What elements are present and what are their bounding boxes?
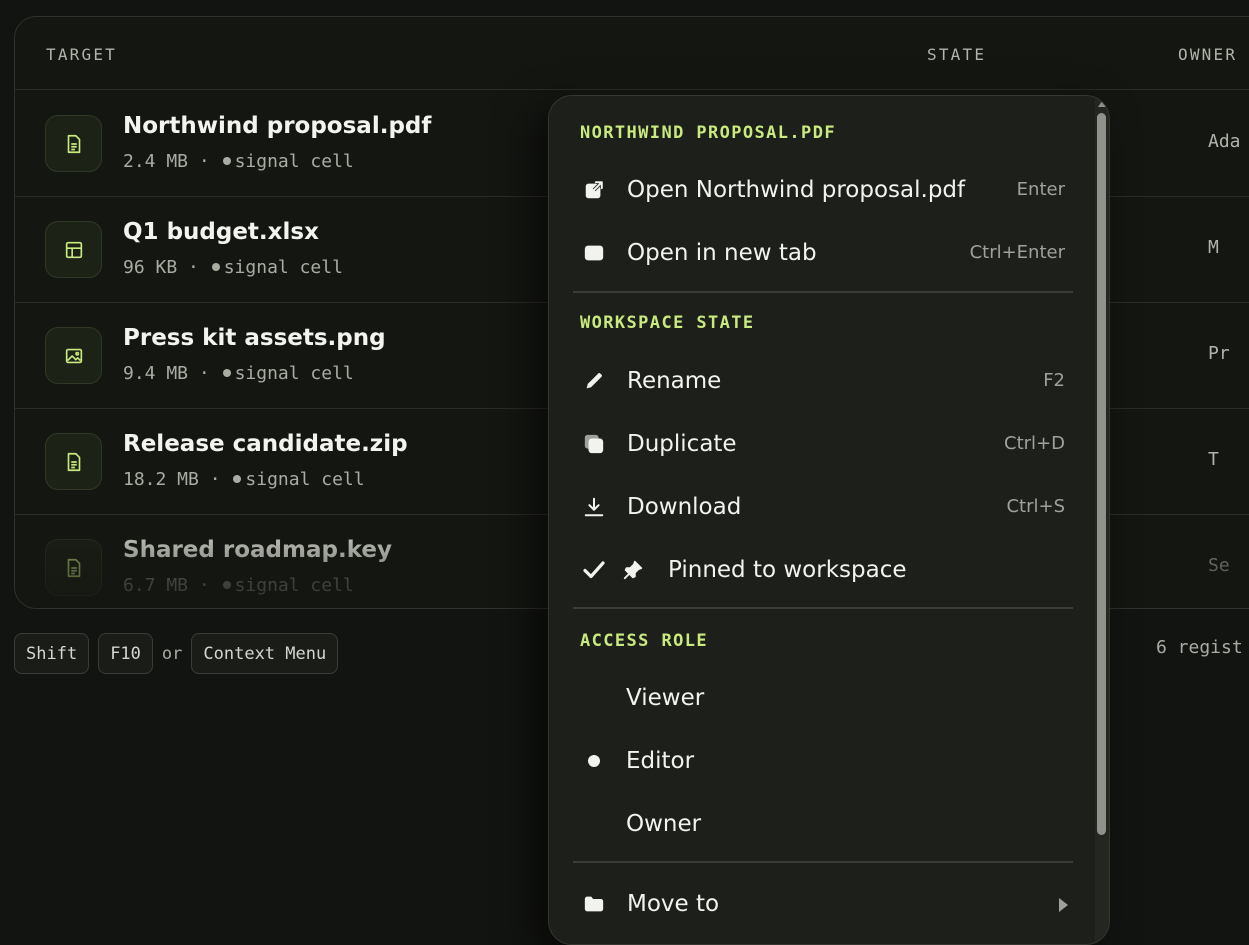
meta-separator: · bbox=[209, 469, 221, 490]
owner-cell: T bbox=[1208, 449, 1219, 470]
file-name: Press kit assets.png bbox=[123, 325, 386, 351]
menu-divider bbox=[573, 607, 1073, 609]
key-f10: F10 bbox=[98, 633, 153, 674]
section-label-workspace-state: WORKSPACE STATE bbox=[580, 313, 755, 333]
menu-item-shortcut: Ctrl+Enter bbox=[969, 242, 1065, 263]
file-name: Release candidate.zip bbox=[123, 431, 408, 457]
menu-item-open-new-tab[interactable]: Open in new tab Ctrl+Enter bbox=[569, 225, 1079, 281]
menu-scrollbar[interactable] bbox=[1095, 96, 1109, 944]
menu-item-label: Duplicate bbox=[627, 431, 737, 457]
menu-item-download[interactable]: Download Ctrl+S bbox=[569, 479, 1079, 535]
file-status: signal cell bbox=[234, 151, 354, 172]
file-status: signal cell bbox=[245, 469, 365, 490]
file-size: 18.2 MB bbox=[123, 469, 199, 490]
key-shift: Shift bbox=[14, 633, 90, 674]
file-size: 6.7 MB bbox=[123, 575, 189, 596]
meta-separator: · bbox=[188, 257, 199, 278]
menu-item-label: Rename bbox=[627, 368, 722, 394]
chevron-right-icon bbox=[1051, 893, 1075, 917]
menu-item-label: Owner bbox=[626, 811, 702, 837]
owner-cell: Ada bbox=[1208, 131, 1241, 152]
menu-item-pinned[interactable]: Pinned to workspace bbox=[569, 542, 1079, 598]
file-meta: 2.4 MB · signal cell bbox=[123, 151, 354, 172]
key-context-menu: Context Menu bbox=[191, 633, 339, 674]
menu-item-role-owner[interactable]: Owner bbox=[569, 796, 1079, 852]
owner-cell: Se bbox=[1208, 555, 1230, 576]
duplicate-icon bbox=[582, 432, 606, 456]
menu-item-duplicate[interactable]: Duplicate Ctrl+D bbox=[569, 416, 1079, 472]
radio-selected-icon bbox=[582, 749, 606, 773]
checkmark-icon bbox=[582, 558, 606, 582]
folder-icon bbox=[582, 892, 606, 916]
column-header-state[interactable]: STATE bbox=[927, 45, 986, 64]
status-dot bbox=[222, 581, 231, 589]
file-meta: 9.4 MB · signal cell bbox=[123, 363, 354, 384]
download-icon bbox=[582, 495, 606, 519]
file-meta: 18.2 MB · signal cell bbox=[123, 469, 365, 490]
status-dot bbox=[233, 475, 242, 483]
menu-item-label: Download bbox=[627, 494, 742, 520]
status-dot bbox=[211, 263, 220, 271]
file-status: signal cell bbox=[234, 575, 354, 596]
meta-separator: · bbox=[198, 363, 210, 384]
spreadsheet-icon bbox=[45, 221, 102, 278]
image-icon bbox=[45, 327, 102, 384]
file-status: signal cell bbox=[234, 363, 354, 384]
menu-item-label: Move to bbox=[627, 891, 720, 917]
status-dot bbox=[222, 157, 231, 165]
file-size: 9.4 MB bbox=[123, 363, 189, 384]
document-icon bbox=[45, 115, 102, 172]
context-menu: NORTHWIND PROPOSAL.PDF Open Northwind pr… bbox=[548, 95, 1110, 945]
scrollbar-thumb[interactable] bbox=[1097, 113, 1106, 835]
menu-item-rename[interactable]: Rename F2 bbox=[569, 353, 1079, 409]
scroll-up-arrow-icon[interactable] bbox=[1098, 101, 1106, 107]
tab-icon bbox=[582, 241, 606, 265]
meta-separator: · bbox=[198, 151, 210, 172]
column-header-owner[interactable]: OWNER bbox=[1178, 45, 1237, 64]
owner-cell: M bbox=[1208, 237, 1219, 258]
status-dot bbox=[222, 369, 231, 377]
menu-divider bbox=[573, 291, 1073, 293]
menu-item-label: Pinned to workspace bbox=[668, 557, 907, 583]
menu-item-label: Editor bbox=[626, 748, 695, 774]
table-header: TARGET STATE OWNER bbox=[15, 17, 1249, 90]
document-icon bbox=[45, 539, 102, 596]
file-status: signal cell bbox=[223, 257, 343, 278]
file-size: 2.4 MB bbox=[123, 151, 189, 172]
open-external-icon bbox=[582, 178, 606, 202]
menu-item-label: Open Northwind proposal.pdf bbox=[627, 177, 966, 203]
keyboard-hint: Shift F10 or Context Menu bbox=[14, 633, 339, 674]
menu-divider bbox=[573, 861, 1073, 863]
menu-item-shortcut: Ctrl+S bbox=[1006, 496, 1065, 517]
menu-item-role-editor[interactable]: Editor bbox=[569, 733, 1079, 789]
menu-item-shortcut: Ctrl+D bbox=[1004, 433, 1065, 454]
file-name: Northwind proposal.pdf bbox=[123, 113, 432, 139]
menu-item-role-viewer[interactable]: Viewer bbox=[569, 670, 1079, 726]
owner-cell: Pr bbox=[1208, 343, 1230, 364]
menu-item-shortcut: F2 bbox=[1043, 370, 1065, 391]
menu-item-shortcut: Enter bbox=[1016, 179, 1065, 200]
meta-separator: · bbox=[198, 575, 210, 596]
file-meta: 96 KB · signal cell bbox=[123, 257, 343, 278]
pencil-icon bbox=[582, 369, 606, 393]
column-header-target[interactable]: TARGET bbox=[46, 45, 117, 64]
menu-item-label: Open in new tab bbox=[627, 240, 817, 266]
file-name: Q1 budget.xlsx bbox=[123, 219, 319, 245]
file-name: Shared roadmap.key bbox=[123, 537, 392, 563]
file-meta: 6.7 MB · signal cell bbox=[123, 575, 354, 596]
menu-item-label: Viewer bbox=[626, 685, 705, 711]
menu-item-move-to[interactable]: Move to bbox=[569, 876, 1079, 932]
file-size: 96 KB bbox=[123, 257, 178, 278]
section-label-access-role: ACCESS ROLE bbox=[580, 631, 708, 651]
registration-count: 6 regist bbox=[1156, 637, 1243, 658]
document-icon bbox=[45, 433, 102, 490]
hint-or: or bbox=[161, 643, 183, 664]
menu-item-open[interactable]: Open Northwind proposal.pdf Enter bbox=[569, 162, 1079, 218]
pin-icon bbox=[621, 558, 645, 582]
menu-header: NORTHWIND PROPOSAL.PDF bbox=[580, 123, 836, 143]
